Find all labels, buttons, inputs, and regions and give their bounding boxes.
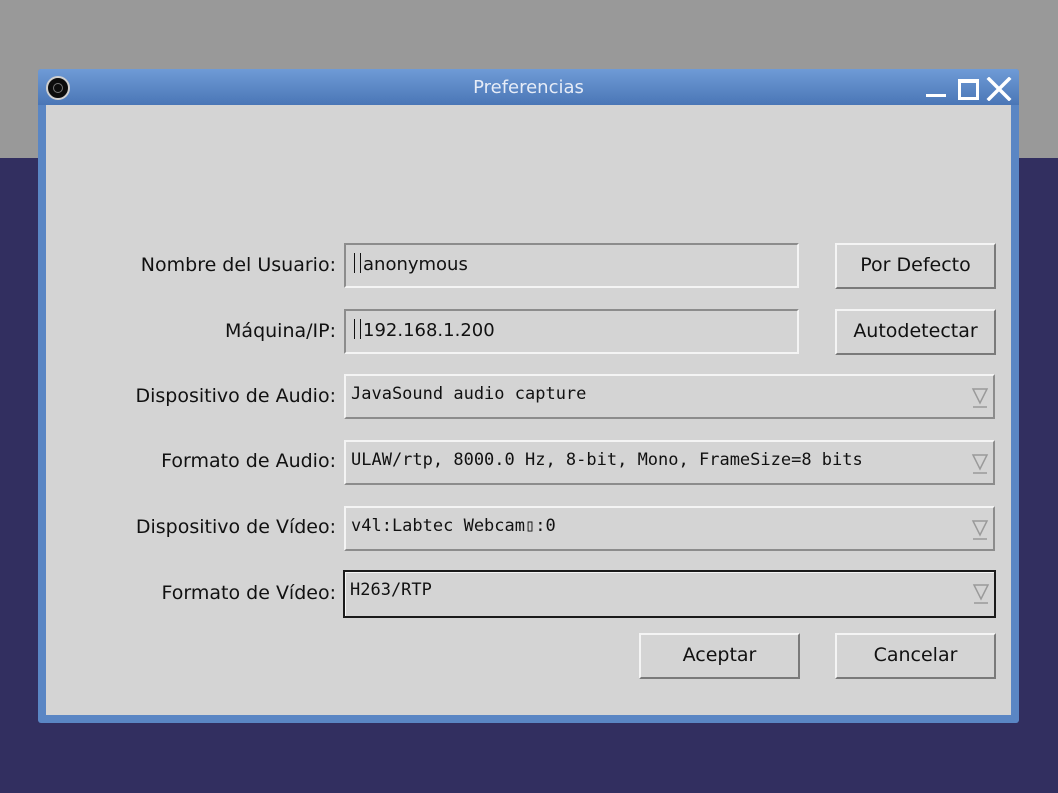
autodetect-button[interactable]: Autodetectar xyxy=(835,309,996,355)
host-label: Máquina/IP: xyxy=(225,320,336,342)
cancel-button[interactable]: Cancelar xyxy=(835,633,996,679)
dropdown-arrow-icon[interactable] xyxy=(971,384,989,410)
audio-format-value: ULAW/rtp, 8000.0 Hz, 8-bit, Mono, FrameS… xyxy=(351,450,863,470)
dropdown-arrow-icon[interactable] xyxy=(971,450,989,476)
text-caret-icon xyxy=(354,319,361,339)
close-icon[interactable] xyxy=(986,77,1012,101)
username-value: anonymous xyxy=(363,254,468,275)
audio-device-select[interactable]: JavaSound audio capture xyxy=(344,374,995,419)
audio-device-value: JavaSound audio capture xyxy=(351,384,587,404)
video-format-select[interactable]: H263/RTP xyxy=(343,570,996,618)
host-value: 192.168.1.200 xyxy=(363,320,495,341)
dropdown-arrow-icon[interactable] xyxy=(972,580,990,606)
window-title: Preferencias xyxy=(473,77,584,98)
audio-format-label: Formato de Audio: xyxy=(161,450,336,472)
maximize-icon[interactable] xyxy=(956,77,980,100)
title-bar[interactable]: Preferencias xyxy=(38,69,1019,105)
video-format-value: H263/RTP xyxy=(350,580,432,600)
host-field[interactable]: 192.168.1.200 xyxy=(344,309,799,354)
preferences-dialog: Preferencias Nombre del Usuario: anonymo… xyxy=(38,69,1019,723)
dropdown-arrow-icon[interactable] xyxy=(971,516,989,542)
minimize-icon[interactable] xyxy=(924,77,948,99)
username-label: Nombre del Usuario: xyxy=(140,254,336,276)
default-button[interactable]: Por Defecto xyxy=(835,243,996,289)
video-device-label: Dispositivo de Vídeo: xyxy=(135,516,336,538)
dialog-body: Nombre del Usuario: anonymous Por Defect… xyxy=(46,105,1011,715)
video-device-value: v4l:Labtec Webcam▯:0 xyxy=(351,516,556,536)
video-device-select[interactable]: v4l:Labtec Webcam▯:0 xyxy=(344,506,995,551)
audio-format-select[interactable]: ULAW/rtp, 8000.0 Hz, 8-bit, Mono, FrameS… xyxy=(344,440,995,485)
audio-device-label: Dispositivo de Audio: xyxy=(135,385,336,407)
accept-button[interactable]: Aceptar xyxy=(639,633,800,679)
video-format-label: Formato de Vídeo: xyxy=(161,582,336,604)
username-field[interactable]: anonymous xyxy=(344,243,799,288)
text-caret-icon xyxy=(354,253,361,273)
